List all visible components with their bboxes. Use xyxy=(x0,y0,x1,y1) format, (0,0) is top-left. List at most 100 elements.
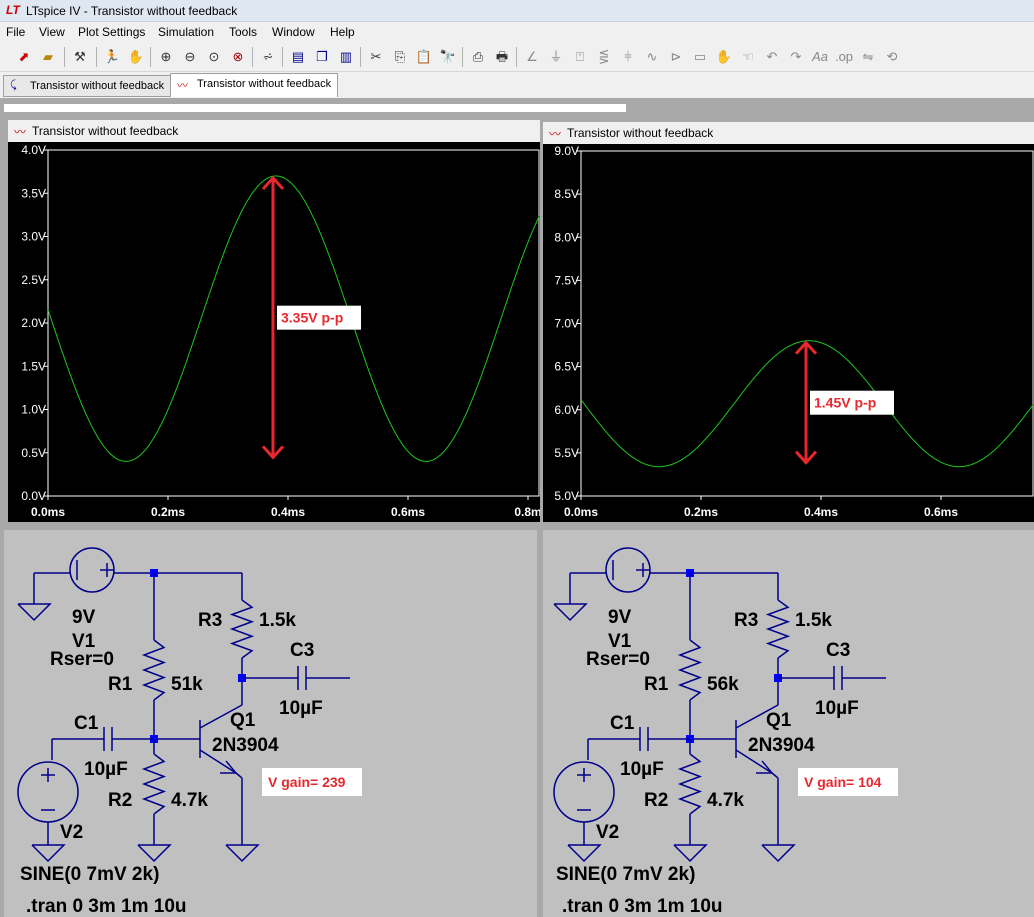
drag-icon[interactable]: ☜ xyxy=(738,47,758,67)
q1-model-label: 2N3904 xyxy=(748,735,815,756)
v2-value-label: SINE(0 7mV 2k) xyxy=(20,864,159,885)
ground-symbol xyxy=(137,844,172,863)
waveform-plot[interactable]: 0.0V 0.5V 1.0V 1.5V 2.0V 2.5V 3.0V 3.5V 4.0V 0.0m… xyxy=(8,142,540,522)
autorange-icon[interactable]: ⩫ xyxy=(258,47,278,67)
menu-file[interactable]: File xyxy=(4,24,27,40)
schematic-canvas[interactable]: 9VV1Rser=0R1 51kR3 1.5kC310µFQ12N3904C110µ… xyxy=(4,530,537,917)
cascade-icon[interactable]: ❐ xyxy=(312,47,332,67)
r3-name-label: R3 xyxy=(734,610,758,631)
schematic-canvas[interactable]: 9VV1Rser=0R1 56kR3 1.5kC310µFQ12N3904C110µ… xyxy=(543,530,1034,917)
waveform-plot[interactable]: 5.0V 5.5V 6.0V 6.5V 7.0V 7.5V 8.0V 8.5V 9.0V 0.0m… xyxy=(543,144,1034,522)
find-icon[interactable]: 🔭 xyxy=(438,47,458,67)
r1-resistor xyxy=(141,639,167,701)
v2-value-label: SINE(0 7mV 2k) xyxy=(556,864,695,885)
zoom-cancel-icon[interactable]: ⊗ xyxy=(228,47,248,67)
plot-pane-title-right: 〰 Transistor without feedback xyxy=(543,122,1034,144)
wire xyxy=(235,772,243,779)
tab-label: Transistor without feedback xyxy=(197,78,332,90)
tile-vertical-icon[interactable]: ▥ xyxy=(336,47,356,67)
horizontal-scrollbar[interactable] xyxy=(4,104,626,112)
y-tick-label: 8.0V xyxy=(554,230,579,244)
y-tick-label: 6.0V xyxy=(554,403,579,417)
gain-label: V gain= 104 xyxy=(804,774,882,790)
r2-value-label: 4.7k xyxy=(171,790,208,811)
zoom-out-icon[interactable]: ⊖ xyxy=(180,47,200,67)
resistor-icon[interactable]: ⋚ xyxy=(594,47,614,67)
component-icon[interactable]: ▭ xyxy=(690,47,710,67)
diode-icon[interactable]: ⊳ xyxy=(666,47,686,67)
inductor-icon[interactable]: ∿ xyxy=(642,47,662,67)
open-schematic-icon[interactable]: ⬈ xyxy=(14,47,34,67)
r1-name-label: R1 xyxy=(108,674,133,695)
tab-waveform[interactable]: 〰 Transistor without feedback xyxy=(170,73,339,97)
mirror-icon[interactable]: ⇋ xyxy=(858,47,878,67)
r2-resistor xyxy=(141,753,167,815)
r3-resistor xyxy=(765,599,791,659)
open-file-icon[interactable]: ▰ xyxy=(38,47,58,67)
redo-icon[interactable]: ↷ xyxy=(786,47,806,67)
copy-icon[interactable]: ⎘ xyxy=(390,47,410,67)
y-tick-label: 3.5V xyxy=(21,186,46,200)
cut-icon[interactable]: ✂ xyxy=(366,47,386,67)
schematic-pane-left[interactable]: 9V V1 Rser=0 R1 51k R3 1.5k C3 10µF Q1 2N3904 C1 10µ… xyxy=(4,530,537,917)
zoom-in-icon[interactable]: ⊕ xyxy=(156,47,176,67)
y-tick-label: 2.5V xyxy=(21,273,46,287)
r3-value-label: 1.5k xyxy=(259,610,296,631)
spice-directive-icon[interactable]: .op xyxy=(834,47,854,67)
print-icon[interactable]: 🖶 xyxy=(492,47,512,67)
toolbar-separator xyxy=(252,47,253,67)
r2-name-label: R2 xyxy=(108,790,132,811)
q1-model-label: 2N3904 xyxy=(212,735,279,756)
c1-name-label: C1 xyxy=(74,713,99,734)
annotation-label: 1.45V p-p xyxy=(814,395,876,411)
print-preview-icon[interactable]: ⎙ xyxy=(468,47,488,67)
ground-symbol xyxy=(553,603,588,622)
v1-value-label: 9V xyxy=(72,607,96,628)
y-tick-label: 1.5V xyxy=(21,359,46,373)
label-icon[interactable]: ⍞ xyxy=(570,47,590,67)
schematic-icon: ⤹ xyxy=(10,79,17,91)
r2-resistor xyxy=(677,753,703,815)
schematic-pane-right[interactable]: 9V V1 Rser=0 R1 56k R3 1.5k C3 10µF Q1 2N3904 C1 10µ… xyxy=(543,530,1034,917)
menu-view[interactable]: View xyxy=(37,24,67,40)
y-tick-label: 4.0V xyxy=(21,143,46,157)
move-icon[interactable]: ✋ xyxy=(714,47,734,67)
plot-pane-left[interactable]: 0.0V 0.5V 1.0V 1.5V 2.0V 2.5V 3.0V 3.5V 4.0V 0.0m… xyxy=(8,142,540,522)
wire-icon[interactable]: ∠ xyxy=(522,47,542,67)
run-icon[interactable]: 🏃 xyxy=(102,47,122,67)
halt-icon[interactable]: ✋ xyxy=(126,47,146,67)
v2-name-label: V2 xyxy=(60,822,83,843)
tab-schematic[interactable]: ⤹ Transistor without feedback xyxy=(3,75,172,97)
c3-value-label: 10µF xyxy=(815,698,859,719)
menu-window[interactable]: Window xyxy=(270,24,317,40)
y-tick-label: 2.0V xyxy=(21,316,46,330)
plot-pane-right[interactable]: 5.0V 5.5V 6.0V 6.5V 7.0V 7.5V 8.0V 8.5V 9.0V 0.0m… xyxy=(543,144,1034,522)
v1-value-label: 9V xyxy=(608,607,632,628)
paste-icon[interactable]: 📋 xyxy=(414,47,434,67)
text-icon[interactable]: Aa xyxy=(810,47,830,67)
ground-icon[interactable]: ⏚ xyxy=(546,47,566,67)
y-tick-label: 7.0V xyxy=(554,317,579,331)
x-tick-label: 0.8m xyxy=(514,505,540,519)
waveform-icon: 〰 xyxy=(177,80,188,92)
menu-simulation[interactable]: Simulation xyxy=(156,24,216,40)
control-panel-icon[interactable]: ⚒ xyxy=(70,47,90,67)
gain-label: V gain= 239 xyxy=(268,774,346,790)
r1-resistor xyxy=(677,639,703,701)
undo-icon[interactable]: ↶ xyxy=(762,47,782,67)
y-tick-label: 7.5V xyxy=(554,273,579,287)
c3-value-label: 10µF xyxy=(279,698,323,719)
ground-symbol xyxy=(567,844,602,863)
plot-pane-title-left: 〰 Transistor without feedback xyxy=(8,120,540,142)
ground-symbol xyxy=(225,844,260,863)
spice-directive-label: .tran 0 3m 1m 10u xyxy=(26,896,187,917)
zoom-fit-icon[interactable]: ⊙ xyxy=(204,47,224,67)
tile-horizontal-icon[interactable]: ▤ xyxy=(288,47,308,67)
menu-tools[interactable]: Tools xyxy=(227,24,259,40)
capacitor-icon[interactable]: ⫩ xyxy=(618,47,638,67)
tab-label: Transistor without feedback xyxy=(30,80,165,92)
rotate-icon[interactable]: ⟲ xyxy=(882,47,902,67)
menu-plot-settings[interactable]: Plot Settings xyxy=(76,24,147,40)
menu-help[interactable]: Help xyxy=(328,24,357,40)
annotation-label: 3.35V p-p xyxy=(281,310,343,326)
